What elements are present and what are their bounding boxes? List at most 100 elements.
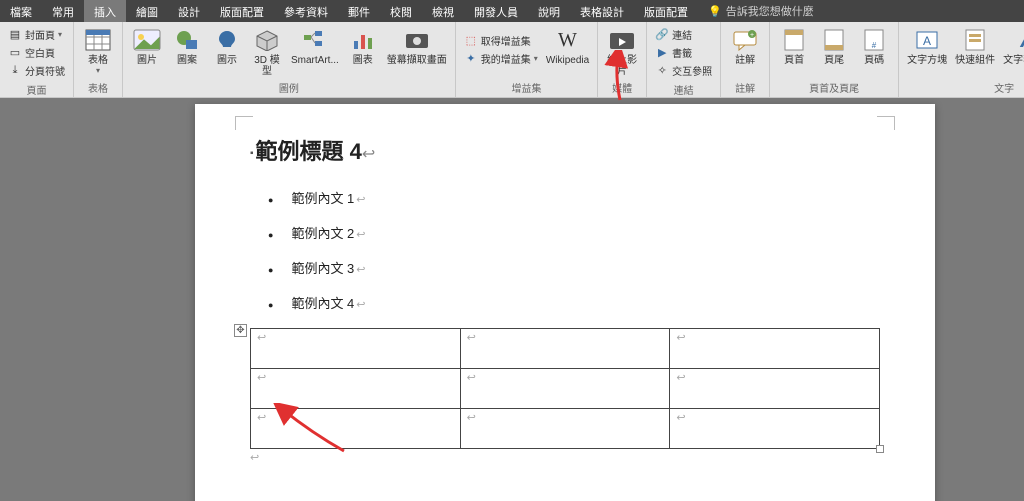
group-comments-label: 註解 bbox=[725, 79, 765, 97]
wikipedia-button[interactable]: W Wikipedia bbox=[542, 24, 593, 68]
tell-me-search[interactable]: 💡 告訴我您想做什麼 bbox=[698, 0, 824, 22]
video-icon bbox=[606, 26, 638, 54]
cross-reference-button[interactable]: ✧ 交互參照 bbox=[653, 62, 714, 79]
footer-label: 頁尾 bbox=[824, 55, 844, 66]
group-illustrations: 圖片 圖案 圖示 3D 模型 bbox=[123, 22, 456, 97]
tab-table-layout[interactable]: 版面配置 bbox=[634, 0, 698, 22]
store-icon: ⬚ bbox=[464, 34, 478, 48]
tab-references[interactable]: 參考資料 bbox=[274, 0, 338, 22]
tab-draw[interactable]: 繪圖 bbox=[126, 0, 168, 22]
table-cell[interactable]: ↩ bbox=[460, 369, 670, 409]
comment-icon: + bbox=[729, 26, 761, 54]
table-cell[interactable]: ↩ bbox=[670, 329, 880, 369]
bullet-list[interactable]: 範例內文 1↩ 範例內文 2↩ 範例內文 3↩ 範例內文 4↩ bbox=[268, 188, 880, 312]
quick-parts-button[interactable]: 快速組件 bbox=[951, 24, 999, 68]
chart-button[interactable]: 圖表 bbox=[343, 24, 383, 68]
pictures-icon bbox=[131, 26, 163, 54]
quick-parts-label: 快速組件 bbox=[955, 55, 995, 66]
list-item[interactable]: 範例內文 2↩ bbox=[268, 223, 880, 242]
chart-label: 圖表 bbox=[353, 55, 373, 66]
shapes-label: 圖案 bbox=[177, 55, 197, 66]
link-button[interactable]: 🔗 連結 bbox=[653, 26, 714, 43]
margin-corner-tl bbox=[235, 116, 253, 130]
page-break-button[interactable]: ⤓ 分頁符號 bbox=[6, 62, 67, 79]
group-comments: + 註解 註解 bbox=[721, 22, 770, 97]
shapes-button[interactable]: 圖案 bbox=[167, 24, 207, 68]
group-header-footer-label: 頁首及頁尾 bbox=[774, 79, 894, 97]
get-addins-label: 取得增益集 bbox=[481, 33, 531, 48]
header-button[interactable]: 頁首 bbox=[774, 24, 814, 68]
page-number-button[interactable]: # 頁碼 bbox=[854, 24, 894, 68]
list-item[interactable]: 範例內文 3↩ bbox=[268, 258, 880, 277]
table-cell[interactable]: ↩ bbox=[460, 409, 670, 449]
tab-help[interactable]: 說明 bbox=[528, 0, 570, 22]
online-video-button[interactable]: 線上影片 bbox=[602, 24, 642, 79]
document-table-wrapper: ✥ ↩↩↩ ↩↩↩ ↩↩↩ bbox=[250, 328, 880, 449]
comment-button[interactable]: + 註解 bbox=[725, 24, 765, 68]
blank-page-button[interactable]: ▭ 空白頁 bbox=[6, 44, 67, 61]
header-label: 頁首 bbox=[784, 55, 804, 66]
pictures-button[interactable]: 圖片 bbox=[127, 24, 167, 68]
tab-review[interactable]: 校閱 bbox=[380, 0, 422, 22]
table-cell[interactable]: ↩ bbox=[251, 409, 461, 449]
list-item[interactable]: 範例內文 4↩ bbox=[268, 293, 880, 312]
table-button[interactable]: 表格 ▾ bbox=[78, 24, 118, 77]
comment-label: 註解 bbox=[735, 55, 755, 66]
3d-models-button[interactable]: 3D 模型 bbox=[247, 24, 287, 79]
table-cell[interactable]: ↩ bbox=[670, 369, 880, 409]
screenshot-icon bbox=[401, 26, 433, 54]
tab-layout[interactable]: 版面配置 bbox=[210, 0, 274, 22]
svg-text:A: A bbox=[923, 34, 931, 48]
tab-mailings[interactable]: 郵件 bbox=[338, 0, 380, 22]
my-addins-button[interactable]: ✦ 我的增益集▾ bbox=[462, 50, 540, 67]
table-resize-handle[interactable] bbox=[876, 445, 884, 453]
table-move-handle[interactable]: ✥ bbox=[234, 324, 247, 337]
list-item-text: 範例內文 3 bbox=[291, 261, 354, 276]
tab-view[interactable]: 檢視 bbox=[422, 0, 464, 22]
table-row[interactable]: ↩↩↩ bbox=[251, 369, 880, 409]
screenshot-button[interactable]: 螢幕擷取畫面 bbox=[383, 24, 451, 68]
heading-text: 範例標題 4 bbox=[256, 139, 362, 164]
text-box-label: 文字方塊 bbox=[907, 55, 947, 66]
smartart-button[interactable]: SmartArt... bbox=[287, 24, 343, 68]
table-cell[interactable]: ↩ bbox=[460, 329, 670, 369]
table-row[interactable]: ↩↩↩ bbox=[251, 409, 880, 449]
document-scroll-area[interactable]: ▪範例標題 4↩ 範例內文 1↩ 範例內文 2↩ 範例內文 3↩ 範例內文 4↩… bbox=[0, 98, 1024, 501]
group-header-footer: 頁首 頁尾 # 頁碼 頁首及頁尾 bbox=[770, 22, 899, 97]
tab-home[interactable]: 常用 bbox=[42, 0, 84, 22]
footer-button[interactable]: 頁尾 bbox=[814, 24, 854, 68]
group-links: 🔗 連結 ▶ 書籤 ✧ 交互參照 連結 bbox=[647, 22, 721, 97]
cover-page-icon: ▤ bbox=[8, 28, 22, 42]
group-tables-label: 表格 bbox=[78, 79, 118, 97]
page-number-icon: # bbox=[858, 26, 890, 54]
tell-me-label: 告訴我您想做什麼 bbox=[726, 3, 814, 19]
table-label: 表格 bbox=[88, 55, 108, 66]
icons-icon bbox=[211, 26, 243, 54]
text-box-button[interactable]: A 文字方塊 bbox=[903, 24, 951, 68]
page-break-icon: ⤓ bbox=[8, 64, 22, 78]
page-heading[interactable]: ▪範例標題 4↩ bbox=[250, 134, 880, 166]
document-table[interactable]: ↩↩↩ ↩↩↩ ↩↩↩ bbox=[250, 328, 880, 449]
tab-insert[interactable]: 插入 bbox=[84, 0, 126, 22]
screenshot-label: 螢幕擷取畫面 bbox=[387, 55, 447, 66]
bookmark-button[interactable]: ▶ 書籤 bbox=[653, 44, 714, 61]
cover-page-button[interactable]: ▤ 封面頁▾ bbox=[6, 26, 67, 43]
table-cell[interactable]: ↩ bbox=[251, 369, 461, 409]
tab-table-design[interactable]: 表格設計 bbox=[570, 0, 634, 22]
document-page[interactable]: ▪範例標題 4↩ 範例內文 1↩ 範例內文 2↩ 範例內文 3↩ 範例內文 4↩… bbox=[195, 104, 935, 501]
tab-developer[interactable]: 開發人員 bbox=[464, 0, 528, 22]
table-row[interactable]: ↩↩↩ bbox=[251, 329, 880, 369]
svg-text:+: + bbox=[750, 32, 754, 39]
wordart-button[interactable]: A 文字藝術師 bbox=[999, 24, 1024, 68]
smartart-label: SmartArt... bbox=[291, 55, 339, 66]
tab-file[interactable]: 檔案 bbox=[0, 0, 42, 22]
table-cell[interactable]: ↩ bbox=[670, 409, 880, 449]
group-illustrations-label: 圖例 bbox=[127, 79, 451, 97]
tab-design[interactable]: 設計 bbox=[168, 0, 210, 22]
list-item[interactable]: 範例內文 1↩ bbox=[268, 188, 880, 207]
table-cell[interactable]: ↩ bbox=[251, 329, 461, 369]
margin-corner-tr bbox=[877, 116, 895, 130]
get-addins-button[interactable]: ⬚ 取得增益集 bbox=[462, 32, 540, 49]
icons-button[interactable]: 圖示 bbox=[207, 24, 247, 68]
header-icon bbox=[778, 26, 810, 54]
